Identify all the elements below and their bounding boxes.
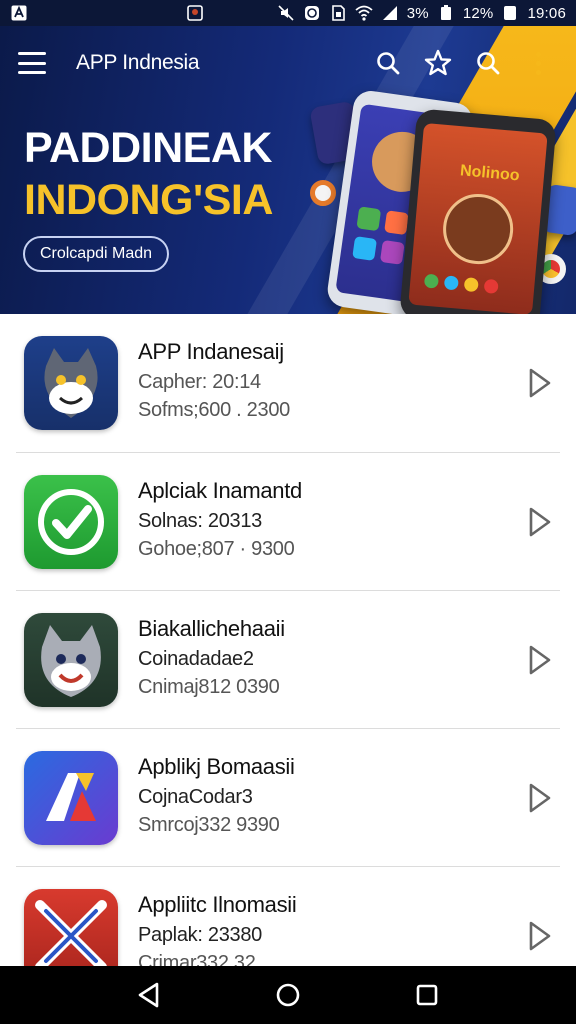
phone-screen-label: Nolinoo <box>459 162 521 185</box>
app-badge-icon <box>310 180 336 206</box>
cat-mascot-icon <box>24 336 118 430</box>
red-x-logo-icon <box>24 888 118 966</box>
app-meta: Sofms;600 . 2300 <box>138 399 290 421</box>
app-subtitle: CojnaCodar3 <box>138 785 253 808</box>
app-meta: Gohoe;807 · 9300 <box>138 537 295 560</box>
home-icon[interactable] <box>266 973 310 1017</box>
app-subtitle: Paplak: 23380 <box>138 923 262 946</box>
play-arrow-icon[interactable] <box>520 916 560 956</box>
app-list: APP Indanesaij Capher: 20:14 Sofms;600 .… <box>0 314 576 966</box>
detective-character-icon <box>440 191 517 267</box>
app-meta: Smrcoj332 9390 <box>138 813 280 836</box>
gallery-notification-icon <box>186 4 204 22</box>
hero-banner: APP Indnesia PADDINEAK INDONG'SIA Crolca… <box>0 26 576 314</box>
clock: 19:06 <box>527 4 566 22</box>
banner-title-line1: PADDINEAK <box>24 124 272 172</box>
green-check-icon <box>24 474 118 569</box>
screen: 3% 12% 19:06 APP Indnesia PADDINEAK INDO… <box>0 0 576 1024</box>
recents-icon[interactable] <box>405 973 449 1017</box>
app-title: Biakallichehaaii <box>138 615 285 641</box>
menu-icon[interactable] <box>18 52 46 74</box>
app-notification-icon <box>10 4 28 22</box>
grey-cat-mascot-icon <box>24 612 118 707</box>
banner-button[interactable]: Crolcapdi Madn <box>23 236 169 272</box>
list-item[interactable]: Appliitc Ilnomasii Paplak: 23380 Crimar3… <box>16 866 560 966</box>
mute-icon <box>277 4 295 22</box>
app-title: APP Indanesaij <box>138 339 284 364</box>
data-saver-icon <box>501 4 519 22</box>
app-meta: Cnimaj812 0390 <box>138 675 280 698</box>
app-meta: Crimar332 32 <box>138 951 256 967</box>
list-item[interactable]: APP Indanesaij Capher: 20:14 Sofms;600 .… <box>0 314 576 452</box>
play-arrow-icon[interactable] <box>520 502 560 542</box>
play-arrow-icon[interactable] <box>520 640 560 680</box>
app-title: Apblikj Bomaasii <box>138 753 295 779</box>
phone-mockup: Nolinoo <box>399 108 557 314</box>
status-bar: 3% 12% 19:06 <box>0 0 576 26</box>
list-item[interactable]: Biakallichehaaii Coinadadae2 Cnimaj812 0… <box>16 590 560 728</box>
back-icon[interactable] <box>127 973 171 1017</box>
search-icon[interactable] <box>468 43 508 83</box>
app-title: Appliitc Ilnomasii <box>138 891 297 917</box>
list-item[interactable]: Apblikj Bomaasii CojnaCodar3 Smrcoj332 9… <box>16 728 560 866</box>
app-icon-row <box>423 273 499 294</box>
banner-title-line2: INDONG'SIA <box>24 176 273 224</box>
battery-icon <box>437 4 455 22</box>
app-title: APP Indnesia <box>76 51 200 74</box>
sim-icon <box>329 4 347 22</box>
list-item[interactable]: Aplciak Inamantd Solnas: 20313 Gohoe;807… <box>16 452 560 590</box>
signal-icon <box>381 4 399 22</box>
letter-a-logo-icon <box>24 750 118 845</box>
alarm-icon <box>303 4 321 22</box>
signal-percent: 3% <box>406 4 429 22</box>
app-subtitle: Solnas: 20313 <box>138 509 262 532</box>
app-bar: APP Indnesia <box>0 26 576 100</box>
play-arrow-icon[interactable] <box>520 778 560 818</box>
wifi-icon <box>355 4 373 22</box>
star-icon[interactable] <box>418 43 458 83</box>
app-subtitle: Capher: 20:14 <box>138 371 261 393</box>
play-arrow-icon[interactable] <box>520 363 560 403</box>
app-subtitle: Coinadadae2 <box>138 647 254 670</box>
more-vert-icon[interactable] <box>518 43 558 83</box>
search-icon[interactable] <box>368 43 408 83</box>
app-title: Aplciak Inamantd <box>138 477 302 503</box>
navigation-bar <box>0 966 576 1024</box>
battery-percent: 12% <box>462 4 494 22</box>
